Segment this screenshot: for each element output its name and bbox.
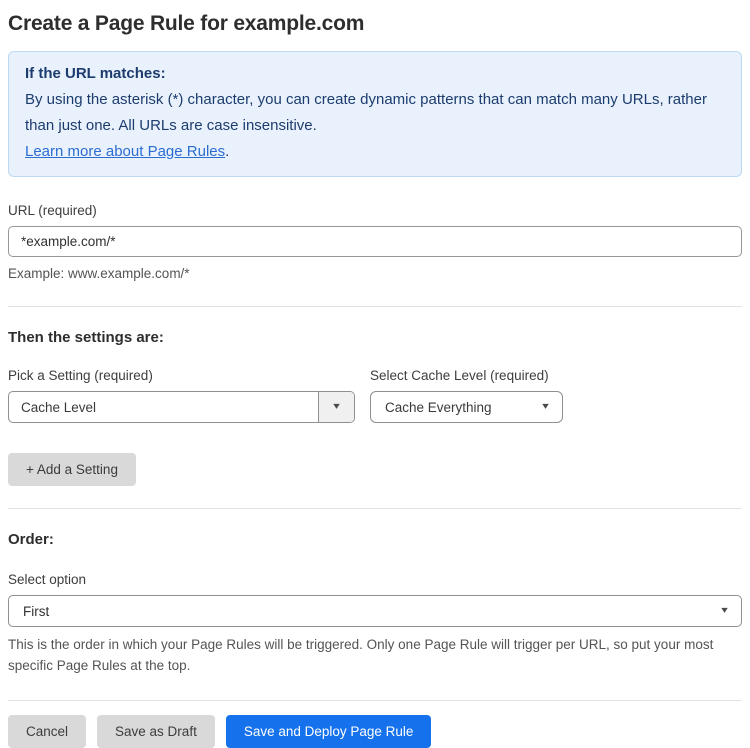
order-select-value: First: [23, 603, 50, 619]
pick-setting-value: Cache Level: [21, 399, 97, 415]
page-title: Create a Page Rule for example.com: [8, 12, 365, 35]
divider: [8, 306, 742, 307]
divider: [8, 700, 742, 701]
order-helper-text: This is the order in which your Page Rul…: [8, 637, 714, 673]
url-match-info-box: If the URL matches: By using the asteris…: [8, 51, 742, 177]
chevron-down-icon: ▾: [333, 401, 340, 412]
chevron-down-icon: ▾: [721, 605, 728, 616]
chevron-down-icon: ▾: [542, 401, 549, 412]
pick-setting-column: Pick a Setting (required) Cache Level ▾: [8, 368, 355, 423]
save-as-draft-button[interactable]: Save as Draft: [97, 715, 215, 748]
pick-setting-dropdown[interactable]: Cache Level ▾: [8, 391, 355, 423]
link-period: .: [225, 143, 230, 160]
dropdown-arrow-button[interactable]: ▾: [318, 392, 354, 422]
cache-level-label: Select Cache Level (required): [370, 368, 549, 383]
cache-level-dropdown[interactable]: Cache Everything ▾: [370, 391, 563, 423]
add-setting-button[interactable]: + Add a Setting: [8, 453, 136, 486]
info-box-link-line: Learn more about Page Rules.: [25, 139, 725, 165]
pick-setting-label: Pick a Setting (required): [8, 368, 153, 383]
divider: [8, 508, 742, 509]
footer-actions: Cancel Save as Draft Save and Deploy Pag…: [8, 715, 742, 748]
save-and-deploy-button[interactable]: Save and Deploy Page Rule: [225, 715, 432, 748]
url-field-label: URL (required): [8, 203, 97, 218]
cancel-button[interactable]: Cancel: [8, 715, 87, 748]
cache-level-value: Cache Everything: [385, 399, 492, 415]
order-heading: Order:: [8, 531, 54, 548]
cache-level-column: Select Cache Level (required) Cache Ever…: [370, 368, 563, 423]
url-example-helper: Example: www.example.com/*: [8, 266, 190, 281]
learn-more-link[interactable]: Learn more about Page Rules: [25, 143, 225, 160]
order-select-label: Select option: [8, 572, 87, 587]
info-box-heading: If the URL matches:: [25, 65, 166, 82]
order-select[interactable]: First ▾: [8, 595, 742, 627]
settings-heading: Then the settings are:: [8, 329, 164, 346]
settings-row: Pick a Setting (required) Cache Level ▾ …: [8, 368, 742, 423]
page-rule-form: Create a Page Rule for example.com If th…: [0, 0, 750, 748]
url-input[interactable]: [8, 226, 742, 257]
info-box-body: By using the asterisk (*) character, you…: [25, 91, 707, 134]
add-setting-row: + Add a Setting: [8, 453, 742, 486]
